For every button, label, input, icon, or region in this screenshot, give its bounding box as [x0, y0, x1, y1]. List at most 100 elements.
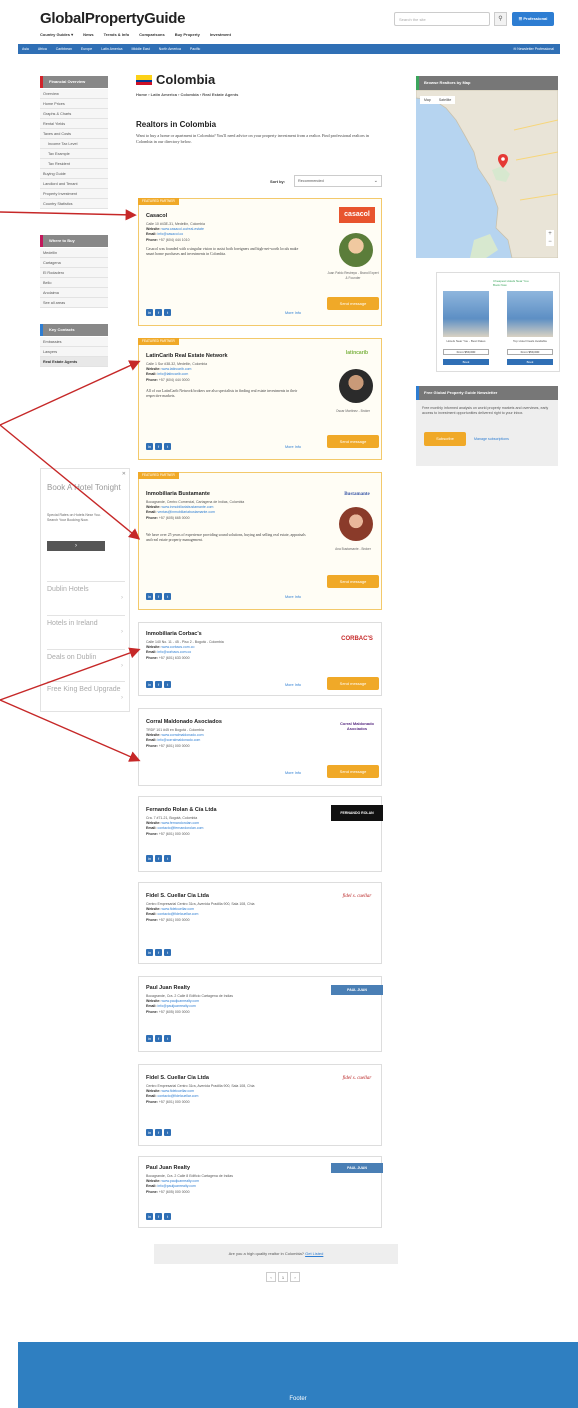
linkedin-icon[interactable]: in — [146, 1213, 153, 1220]
realtor-name[interactable]: Paul Juan Realty — [146, 1165, 190, 1171]
realtor-name[interactable]: LatinCarib Real Estate Network — [146, 353, 228, 359]
facebook-icon[interactable]: f — [155, 949, 162, 956]
realtor-email[interactable]: info@pauljuanrealty.com — [158, 1184, 196, 1188]
realtor-name[interactable]: Fidel S. Cuellar Cia Ltda — [146, 893, 209, 899]
more-info-link[interactable]: More Info — [285, 683, 301, 687]
sidebar-item-embassies[interactable]: Embassies — [40, 337, 108, 347]
sidebar-item-see-all[interactable]: See all areas — [40, 298, 108, 308]
sidebar-item-graphs[interactable]: Graphs & Charts — [40, 109, 108, 119]
ad-link[interactable]: Deals on Dublin › — [47, 649, 125, 683]
realtor-website[interactable]: www.latincarib.com — [162, 367, 192, 371]
region-africa[interactable]: Africa — [38, 47, 47, 51]
linkedin-icon[interactable]: in — [146, 949, 153, 956]
search-icon[interactable]: ⚲ — [494, 12, 507, 26]
sidebar-item-lawyers[interactable]: Lawyers — [40, 347, 108, 357]
realtor-website[interactable]: www.inmobiliariabustamante.com — [162, 505, 214, 509]
realtor-name[interactable]: Corral Maldonado Asociados — [146, 719, 222, 725]
more-info-link[interactable]: More Info — [285, 311, 301, 315]
newsletter-professional-link[interactable]: ✉ Newsletter Professional — [513, 47, 554, 51]
facebook-icon[interactable]: f — [155, 443, 162, 450]
linkedin-icon[interactable]: in — [146, 1129, 153, 1136]
realtor-website[interactable]: www.pauljuanrealty.com — [162, 1179, 199, 1183]
zoom-in-button[interactable]: + — [546, 230, 554, 238]
region-middle-east[interactable]: Middle East — [131, 47, 149, 51]
realtor-email[interactable]: info@pauljuanrealty.com — [158, 1004, 196, 1008]
send-message-button[interactable]: Send message — [327, 765, 379, 778]
linkedin-icon[interactable]: in — [146, 855, 153, 862]
region-pacific[interactable]: Pacific — [190, 47, 200, 51]
ad-link[interactable]: Free King Bed Upgrade › — [47, 681, 125, 715]
sidebar-item-anolaima[interactable]: Anolaima — [40, 288, 108, 298]
close-icon[interactable]: ✕ — [122, 471, 126, 477]
realtor-website[interactable]: www.corralmaldonado.com — [162, 733, 204, 737]
realtor-email[interactable]: info@latincarib.com — [158, 372, 189, 376]
realtor-email[interactable]: contacto@fidelcuellar.com — [158, 1094, 199, 1098]
facebook-icon[interactable]: f — [155, 1035, 162, 1042]
realtor-email[interactable]: info@corralmaldonado.com — [158, 738, 201, 742]
twitter-icon[interactable]: t — [164, 1213, 171, 1220]
get-listed-link[interactable]: Get Listed — [305, 1251, 323, 1256]
ad-link[interactable]: Hotels in Ireland › — [47, 615, 125, 649]
sidebar-item-overview[interactable]: Overview — [40, 89, 108, 99]
twitter-icon[interactable]: t — [164, 949, 171, 956]
hotel-ad-button[interactable]: Book — [443, 359, 489, 365]
map-type-map[interactable]: Map — [420, 96, 435, 104]
linkedin-icon[interactable]: in — [146, 1035, 153, 1042]
realtor-email[interactable]: info@corbacs.com.co — [158, 650, 192, 654]
sidebar-item-el-rodadero[interactable]: El Rodadero — [40, 268, 108, 278]
region-latin-america[interactable]: Latin America — [101, 47, 122, 51]
linkedin-icon[interactable]: in — [146, 681, 153, 688]
realtor-name[interactable]: Fidel S. Cuellar Cia Ltda — [146, 1075, 209, 1081]
facebook-icon[interactable]: f — [155, 593, 162, 600]
twitter-icon[interactable]: t — [164, 309, 171, 316]
sidebar-item-cartagena[interactable]: Cartagena — [40, 258, 108, 268]
hotel-ad-image[interactable] — [443, 291, 489, 337]
facebook-icon[interactable]: f — [155, 1213, 162, 1220]
facebook-icon[interactable]: f — [155, 309, 162, 316]
nav-comparisons[interactable]: Comparisons — [139, 32, 165, 37]
realtor-email[interactable]: contacto@fernandorolan.com — [158, 826, 204, 830]
hotel-ad-image[interactable] — [507, 291, 553, 337]
realtor-email[interactable]: contacto@fidelcuellar.com — [158, 912, 199, 916]
realtor-website[interactable]: www.corbacs.com.co — [162, 645, 195, 649]
more-info-link[interactable]: More Info — [285, 595, 301, 599]
twitter-icon[interactable]: t — [164, 855, 171, 862]
region-europe[interactable]: Europe — [81, 47, 92, 51]
more-info-link[interactable]: More Info — [285, 771, 301, 775]
breadcrumb[interactable]: Home › Latin America › Colombia › Real E… — [136, 92, 238, 97]
sidebar-item-rental-yields[interactable]: Rental Yields — [40, 119, 108, 129]
sidebar-item-bello[interactable]: Bello — [40, 278, 108, 288]
realtor-email[interactable]: info@casacol.co — [158, 232, 184, 236]
twitter-icon[interactable]: t — [164, 1035, 171, 1042]
nav-country-guides[interactable]: Country Guides ▾ — [40, 32, 73, 37]
facebook-icon[interactable]: f — [155, 681, 162, 688]
realtor-name[interactable]: Paul Juan Realty — [146, 985, 190, 991]
sidebar-item-taxes[interactable]: Taxes and Costs — [40, 129, 108, 139]
facebook-icon[interactable]: f — [155, 1129, 162, 1136]
facebook-icon[interactable]: f — [155, 855, 162, 862]
send-message-button[interactable]: Send message — [327, 435, 379, 448]
region-caribbean[interactable]: Caribbean — [56, 47, 72, 51]
realtor-name[interactable]: Inmobiliaria Corbac's — [146, 631, 202, 637]
twitter-icon[interactable]: t — [164, 593, 171, 600]
region-north-america[interactable]: North America — [159, 47, 181, 51]
region-asia[interactable]: Asia — [22, 47, 29, 51]
prev-page-button[interactable]: ‹ — [266, 1272, 276, 1282]
professional-button[interactable]: ☰ Professional — [512, 12, 554, 26]
sidebar-item-medellin[interactable]: Medellin — [40, 248, 108, 258]
sidebar-ad[interactable]: ✕ Book A Hotel Tonight Special Rates on … — [40, 468, 130, 712]
linkedin-icon[interactable]: in — [146, 309, 153, 316]
sidebar-item-home-prices[interactable]: Home Prices — [40, 99, 108, 109]
realtor-name[interactable]: Fernando Rolan & Cía Ltda — [146, 807, 217, 813]
search-input[interactable]: Search the site — [394, 12, 490, 26]
next-page-button[interactable]: › — [290, 1272, 300, 1282]
realtor-email[interactable]: ventas@inmobiliariabustamante.com — [158, 510, 215, 514]
map-type-satellite[interactable]: Satellite — [435, 96, 455, 104]
sidebar-item-investment[interactable]: Property Investment — [40, 189, 108, 199]
ad-button[interactable]: › — [47, 541, 105, 551]
realtor-website[interactable]: www.pauljuanrealty.com — [162, 999, 199, 1003]
site-logo[interactable]: GlobalPropertyGuide — [40, 10, 185, 27]
sidebar-item-buying-guide[interactable]: Buying Guide — [40, 169, 108, 179]
page-1-button[interactable]: 1 — [278, 1272, 288, 1282]
nav-investment[interactable]: Investment — [210, 32, 231, 37]
